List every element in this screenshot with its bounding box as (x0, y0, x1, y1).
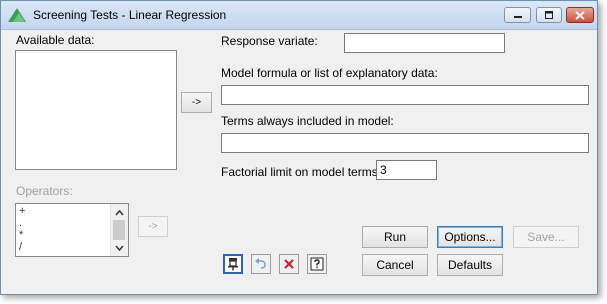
scroll-down-icon[interactable] (111, 241, 128, 255)
cancel-button[interactable]: Cancel (362, 254, 428, 276)
maximize-button[interactable] (536, 7, 562, 23)
help-icon (310, 257, 324, 271)
title-bar[interactable]: Screening Tests - Linear Regression (1, 1, 597, 30)
model-formula-label: Model formula or list of explanatory dat… (221, 66, 438, 80)
options-button[interactable]: Options... (437, 226, 503, 248)
clear-button[interactable] (279, 254, 299, 274)
operators-list[interactable]: + . * / (15, 203, 129, 257)
scroll-up-icon[interactable] (111, 206, 128, 220)
close-icon (575, 10, 585, 20)
genstat-logo-icon (8, 8, 26, 22)
undo-button[interactable] (251, 254, 271, 274)
operators-scrollbar[interactable] (110, 204, 128, 256)
maximize-icon (545, 11, 553, 19)
terms-always-label: Terms always included in model: (221, 114, 394, 128)
factorial-limit-input[interactable] (376, 160, 437, 180)
add-operator-button[interactable]: -> (138, 216, 168, 237)
clear-icon (284, 259, 294, 269)
close-button[interactable] (566, 7, 594, 23)
operator-item[interactable]: + (19, 205, 111, 217)
add-to-formula-button[interactable]: -> (181, 92, 212, 113)
response-variate-label: Response variate: (221, 34, 318, 48)
operator-item[interactable]: . (19, 217, 111, 229)
undo-icon (255, 258, 266, 269)
operator-item[interactable]: / (19, 241, 111, 253)
factorial-limit-label: Factorial limit on model terms: (221, 165, 382, 179)
pin-button[interactable] (223, 254, 243, 274)
defaults-button[interactable]: Defaults (437, 254, 503, 276)
terms-always-input[interactable] (221, 133, 589, 153)
window-title: Screening Tests - Linear Regression (33, 8, 227, 22)
operators-items: + . * / (19, 205, 111, 253)
available-data-label: Available data: (16, 33, 95, 47)
model-formula-input[interactable] (221, 85, 589, 105)
minimize-button[interactable] (504, 7, 531, 23)
pin-icon (228, 258, 238, 271)
minimize-icon (513, 16, 522, 18)
response-variate-input[interactable] (344, 33, 505, 53)
dialog-window: Screening Tests - Linear Regression Avai… (0, 0, 598, 295)
save-button[interactable]: Save... (513, 226, 579, 248)
scrollbar-thumb[interactable] (113, 220, 125, 240)
operator-item[interactable]: * (19, 229, 111, 241)
available-data-list[interactable] (15, 50, 177, 170)
operators-label: Operators: (16, 184, 73, 198)
help-button[interactable] (307, 254, 327, 274)
run-button[interactable]: Run (362, 226, 428, 248)
